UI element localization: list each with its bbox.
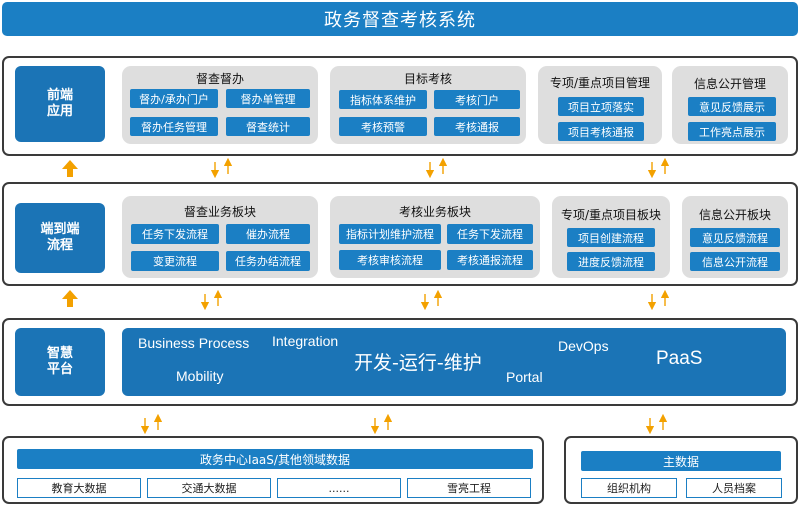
chip-assess-portal: 考核门户 bbox=[434, 90, 520, 109]
panel-title: 督查督办 bbox=[195, 72, 244, 86]
data-item-personnel: 人员档案 bbox=[686, 478, 782, 498]
panel-key-project-mgmt: 专项/重点项目管理 项目立项落实 项目考核通报 bbox=[538, 66, 662, 144]
panel-info-disclosure-business: 信息公开板块 意见反馈流程 信息公开流程 bbox=[682, 196, 788, 278]
data-left-header: 政务中心IaaS/其他领域数据 bbox=[17, 449, 533, 469]
data-item-education: 教育大数据 bbox=[17, 478, 141, 498]
data-item-xueliang: 雪亮工程 bbox=[407, 478, 531, 498]
chip-feedback-display: 意见反馈展示 bbox=[688, 97, 776, 116]
bidirectional-arrow-icon bbox=[140, 413, 668, 435]
chip-statistics: 督查统计 bbox=[226, 117, 310, 136]
term-devops-cycle: 开发-运行-维护 bbox=[354, 352, 482, 374]
bidirectional-arrow-icon bbox=[200, 289, 670, 311]
chip-urge: 催办流程 bbox=[226, 224, 310, 244]
panel-title: 考核业务板块 bbox=[398, 205, 471, 219]
chip-indicator: 指标体系维护 bbox=[339, 90, 427, 109]
panel-key-project-business: 专项/重点项目板块 项目创建流程 进度反馈流程 bbox=[552, 196, 670, 278]
chip-feedback-flow: 意见反馈流程 bbox=[690, 228, 780, 247]
bidirectional-arrow-icon bbox=[210, 157, 670, 179]
chip-change: 变更流程 bbox=[131, 251, 219, 271]
panel-assessment-business: 考核业务板块 指标计划维护流程 任务下发流程 考核审核流程 考核通报流程 bbox=[330, 196, 540, 278]
panel-title: 专项/重点项目管理 bbox=[549, 76, 651, 90]
chip-project-create: 项目创建流程 bbox=[567, 228, 655, 247]
panel-supervision: 督查督办 督办/承办门户 督办单管理 督办任务管理 督查统计 bbox=[122, 66, 318, 144]
term-business-process: Business Process bbox=[138, 335, 250, 351]
chip-report: 考核通报 bbox=[434, 117, 520, 136]
panel-title: 信息公开板块 bbox=[698, 208, 771, 222]
data-item-organization: 组织机构 bbox=[581, 478, 677, 498]
chip-order-mgmt: 督办单管理 bbox=[226, 89, 310, 108]
panel-info-disclosure-mgmt: 信息公开管理 意见反馈展示 工作亮点展示 bbox=[672, 66, 788, 144]
term-integration: Integration bbox=[272, 333, 339, 349]
process-label: 端到端 流程 bbox=[15, 203, 105, 273]
chip-indicator-plan: 指标计划维护流程 bbox=[339, 224, 441, 244]
chip-task-mgmt: 督办任务管理 bbox=[130, 117, 218, 136]
platform-label: 智慧 平台 bbox=[15, 328, 105, 396]
panel-supervision-business: 督查业务板块 任务下发流程 催办流程 变更流程 任务办结流程 bbox=[122, 196, 318, 278]
chip-project-report: 项目考核通报 bbox=[558, 122, 644, 141]
data-item-traffic: 交通大数据 bbox=[147, 478, 271, 498]
front-end-label: 前端 应用 bbox=[15, 66, 105, 142]
system-title: 政务督查考核系统 bbox=[2, 2, 798, 36]
panel-target-assessment: 目标考核 指标体系维护 考核门户 考核预警 考核通报 bbox=[330, 66, 526, 144]
chip-task-dispatch: 任务下发流程 bbox=[131, 224, 219, 244]
chip-warning: 考核预警 bbox=[339, 117, 427, 136]
data-item-more: ...... bbox=[277, 478, 401, 498]
chip-project-setup: 项目立项落实 bbox=[558, 97, 644, 116]
chip-portal: 督办/承办门户 bbox=[130, 89, 218, 108]
panel-title: 督查业务板块 bbox=[183, 205, 256, 219]
chip-progress-feedback: 进度反馈流程 bbox=[567, 252, 655, 271]
chip-assess-review: 考核审核流程 bbox=[339, 250, 441, 270]
chip-highlight-display: 工作亮点展示 bbox=[688, 122, 776, 141]
chip-task-close: 任务办结流程 bbox=[226, 251, 310, 271]
term-paas: PaaS bbox=[656, 348, 703, 369]
panel-title: 信息公开管理 bbox=[693, 77, 766, 91]
platform-bar: Business Process Integration 开发-运行-维护 De… bbox=[122, 328, 786, 396]
panel-title: 目标考核 bbox=[403, 72, 452, 86]
panel-title: 专项/重点项目板块 bbox=[560, 208, 662, 222]
chip-disclosure-flow: 信息公开流程 bbox=[690, 252, 780, 271]
term-portal: Portal bbox=[506, 369, 543, 385]
chip-assess-report: 考核通报流程 bbox=[447, 250, 533, 270]
term-devops: DevOps bbox=[558, 338, 609, 354]
term-mobility: Mobility bbox=[176, 368, 224, 384]
data-right-header: 主数据 bbox=[581, 451, 781, 471]
chip-assess-dispatch: 任务下发流程 bbox=[447, 224, 533, 244]
